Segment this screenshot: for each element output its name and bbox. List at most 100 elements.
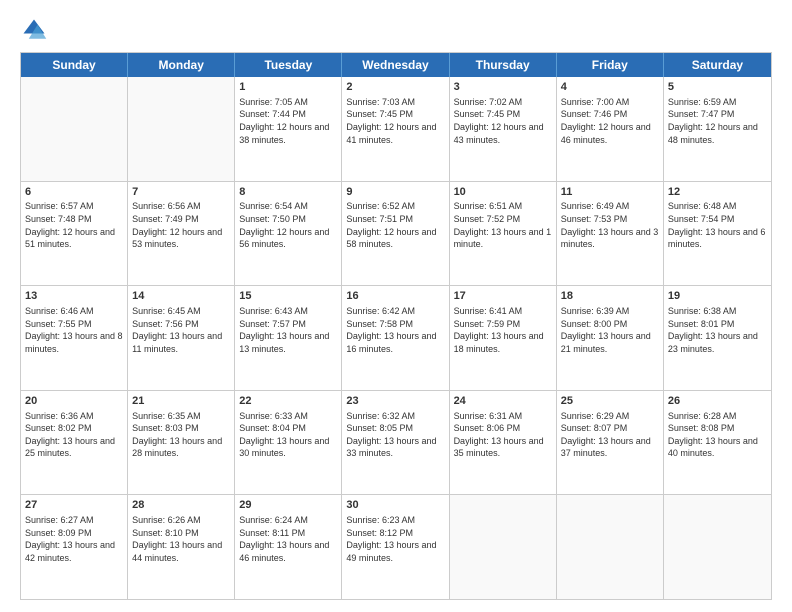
day-number: 24	[454, 394, 552, 409]
calendar-header: SundayMondayTuesdayWednesdayThursdayFrid…	[21, 53, 771, 77]
calendar-empty-cell	[128, 77, 235, 181]
calendar-day-19: 19Sunrise: 6:38 AM Sunset: 8:01 PM Dayli…	[664, 286, 771, 390]
day-number: 2	[346, 80, 444, 95]
day-info: Sunrise: 6:56 AM Sunset: 7:49 PM Dayligh…	[132, 200, 230, 250]
day-number: 16	[346, 289, 444, 304]
calendar-day-5: 5Sunrise: 6:59 AM Sunset: 7:47 PM Daylig…	[664, 77, 771, 181]
day-number: 27	[25, 498, 123, 513]
day-number: 21	[132, 394, 230, 409]
day-number: 1	[239, 80, 337, 95]
calendar-body: 1Sunrise: 7:05 AM Sunset: 7:44 PM Daylig…	[21, 77, 771, 599]
day-number: 29	[239, 498, 337, 513]
day-number: 13	[25, 289, 123, 304]
calendar-day-30: 30Sunrise: 6:23 AM Sunset: 8:12 PM Dayli…	[342, 495, 449, 599]
calendar-empty-cell	[664, 495, 771, 599]
day-info: Sunrise: 6:41 AM Sunset: 7:59 PM Dayligh…	[454, 305, 552, 355]
day-info: Sunrise: 6:35 AM Sunset: 8:03 PM Dayligh…	[132, 410, 230, 460]
calendar-day-12: 12Sunrise: 6:48 AM Sunset: 7:54 PM Dayli…	[664, 182, 771, 286]
calendar-day-22: 22Sunrise: 6:33 AM Sunset: 8:04 PM Dayli…	[235, 391, 342, 495]
calendar-day-14: 14Sunrise: 6:45 AM Sunset: 7:56 PM Dayli…	[128, 286, 235, 390]
calendar-day-25: 25Sunrise: 6:29 AM Sunset: 8:07 PM Dayli…	[557, 391, 664, 495]
day-info: Sunrise: 6:42 AM Sunset: 7:58 PM Dayligh…	[346, 305, 444, 355]
day-info: Sunrise: 6:32 AM Sunset: 8:05 PM Dayligh…	[346, 410, 444, 460]
calendar-week-5: 27Sunrise: 6:27 AM Sunset: 8:09 PM Dayli…	[21, 494, 771, 599]
day-number: 19	[668, 289, 767, 304]
day-number: 23	[346, 394, 444, 409]
day-number: 9	[346, 185, 444, 200]
day-info: Sunrise: 7:05 AM Sunset: 7:44 PM Dayligh…	[239, 96, 337, 146]
day-info: Sunrise: 6:57 AM Sunset: 7:48 PM Dayligh…	[25, 200, 123, 250]
logo-icon	[20, 16, 48, 44]
day-number: 28	[132, 498, 230, 513]
day-header-thursday: Thursday	[450, 53, 557, 77]
day-number: 10	[454, 185, 552, 200]
day-header-friday: Friday	[557, 53, 664, 77]
day-info: Sunrise: 6:48 AM Sunset: 7:54 PM Dayligh…	[668, 200, 767, 250]
day-info: Sunrise: 6:23 AM Sunset: 8:12 PM Dayligh…	[346, 514, 444, 564]
day-info: Sunrise: 7:03 AM Sunset: 7:45 PM Dayligh…	[346, 96, 444, 146]
day-number: 26	[668, 394, 767, 409]
calendar-day-13: 13Sunrise: 6:46 AM Sunset: 7:55 PM Dayli…	[21, 286, 128, 390]
calendar-day-23: 23Sunrise: 6:32 AM Sunset: 8:05 PM Dayli…	[342, 391, 449, 495]
day-info: Sunrise: 6:31 AM Sunset: 8:06 PM Dayligh…	[454, 410, 552, 460]
logo	[20, 16, 52, 44]
calendar-day-16: 16Sunrise: 6:42 AM Sunset: 7:58 PM Dayli…	[342, 286, 449, 390]
day-info: Sunrise: 6:54 AM Sunset: 7:50 PM Dayligh…	[239, 200, 337, 250]
day-number: 25	[561, 394, 659, 409]
day-info: Sunrise: 6:43 AM Sunset: 7:57 PM Dayligh…	[239, 305, 337, 355]
day-info: Sunrise: 6:51 AM Sunset: 7:52 PM Dayligh…	[454, 200, 552, 250]
day-number: 6	[25, 185, 123, 200]
day-info: Sunrise: 6:24 AM Sunset: 8:11 PM Dayligh…	[239, 514, 337, 564]
calendar-day-18: 18Sunrise: 6:39 AM Sunset: 8:00 PM Dayli…	[557, 286, 664, 390]
day-info: Sunrise: 6:46 AM Sunset: 7:55 PM Dayligh…	[25, 305, 123, 355]
calendar: SundayMondayTuesdayWednesdayThursdayFrid…	[20, 52, 772, 600]
calendar-day-8: 8Sunrise: 6:54 AM Sunset: 7:50 PM Daylig…	[235, 182, 342, 286]
calendar-week-1: 1Sunrise: 7:05 AM Sunset: 7:44 PM Daylig…	[21, 77, 771, 181]
day-header-wednesday: Wednesday	[342, 53, 449, 77]
calendar-day-28: 28Sunrise: 6:26 AM Sunset: 8:10 PM Dayli…	[128, 495, 235, 599]
day-info: Sunrise: 6:45 AM Sunset: 7:56 PM Dayligh…	[132, 305, 230, 355]
day-info: Sunrise: 6:26 AM Sunset: 8:10 PM Dayligh…	[132, 514, 230, 564]
calendar-day-11: 11Sunrise: 6:49 AM Sunset: 7:53 PM Dayli…	[557, 182, 664, 286]
calendar-day-17: 17Sunrise: 6:41 AM Sunset: 7:59 PM Dayli…	[450, 286, 557, 390]
day-number: 20	[25, 394, 123, 409]
day-number: 4	[561, 80, 659, 95]
day-header-monday: Monday	[128, 53, 235, 77]
day-number: 8	[239, 185, 337, 200]
calendar-empty-cell	[450, 495, 557, 599]
calendar-day-4: 4Sunrise: 7:00 AM Sunset: 7:46 PM Daylig…	[557, 77, 664, 181]
calendar-day-3: 3Sunrise: 7:02 AM Sunset: 7:45 PM Daylig…	[450, 77, 557, 181]
day-header-tuesday: Tuesday	[235, 53, 342, 77]
calendar-empty-cell	[557, 495, 664, 599]
calendar-day-21: 21Sunrise: 6:35 AM Sunset: 8:03 PM Dayli…	[128, 391, 235, 495]
day-info: Sunrise: 7:02 AM Sunset: 7:45 PM Dayligh…	[454, 96, 552, 146]
calendar-day-1: 1Sunrise: 7:05 AM Sunset: 7:44 PM Daylig…	[235, 77, 342, 181]
page: SundayMondayTuesdayWednesdayThursdayFrid…	[0, 0, 792, 612]
day-header-sunday: Sunday	[21, 53, 128, 77]
calendar-week-4: 20Sunrise: 6:36 AM Sunset: 8:02 PM Dayli…	[21, 390, 771, 495]
calendar-day-9: 9Sunrise: 6:52 AM Sunset: 7:51 PM Daylig…	[342, 182, 449, 286]
day-info: Sunrise: 6:39 AM Sunset: 8:00 PM Dayligh…	[561, 305, 659, 355]
calendar-day-29: 29Sunrise: 6:24 AM Sunset: 8:11 PM Dayli…	[235, 495, 342, 599]
day-number: 11	[561, 185, 659, 200]
day-info: Sunrise: 6:27 AM Sunset: 8:09 PM Dayligh…	[25, 514, 123, 564]
calendar-day-27: 27Sunrise: 6:27 AM Sunset: 8:09 PM Dayli…	[21, 495, 128, 599]
day-info: Sunrise: 6:28 AM Sunset: 8:08 PM Dayligh…	[668, 410, 767, 460]
day-number: 5	[668, 80, 767, 95]
day-number: 30	[346, 498, 444, 513]
day-number: 17	[454, 289, 552, 304]
day-number: 15	[239, 289, 337, 304]
header	[20, 16, 772, 44]
day-info: Sunrise: 7:00 AM Sunset: 7:46 PM Dayligh…	[561, 96, 659, 146]
day-info: Sunrise: 6:38 AM Sunset: 8:01 PM Dayligh…	[668, 305, 767, 355]
calendar-day-10: 10Sunrise: 6:51 AM Sunset: 7:52 PM Dayli…	[450, 182, 557, 286]
day-number: 12	[668, 185, 767, 200]
day-number: 22	[239, 394, 337, 409]
day-info: Sunrise: 6:59 AM Sunset: 7:47 PM Dayligh…	[668, 96, 767, 146]
calendar-week-2: 6Sunrise: 6:57 AM Sunset: 7:48 PM Daylig…	[21, 181, 771, 286]
day-info: Sunrise: 6:36 AM Sunset: 8:02 PM Dayligh…	[25, 410, 123, 460]
calendar-day-15: 15Sunrise: 6:43 AM Sunset: 7:57 PM Dayli…	[235, 286, 342, 390]
day-number: 18	[561, 289, 659, 304]
day-header-saturday: Saturday	[664, 53, 771, 77]
day-info: Sunrise: 6:49 AM Sunset: 7:53 PM Dayligh…	[561, 200, 659, 250]
